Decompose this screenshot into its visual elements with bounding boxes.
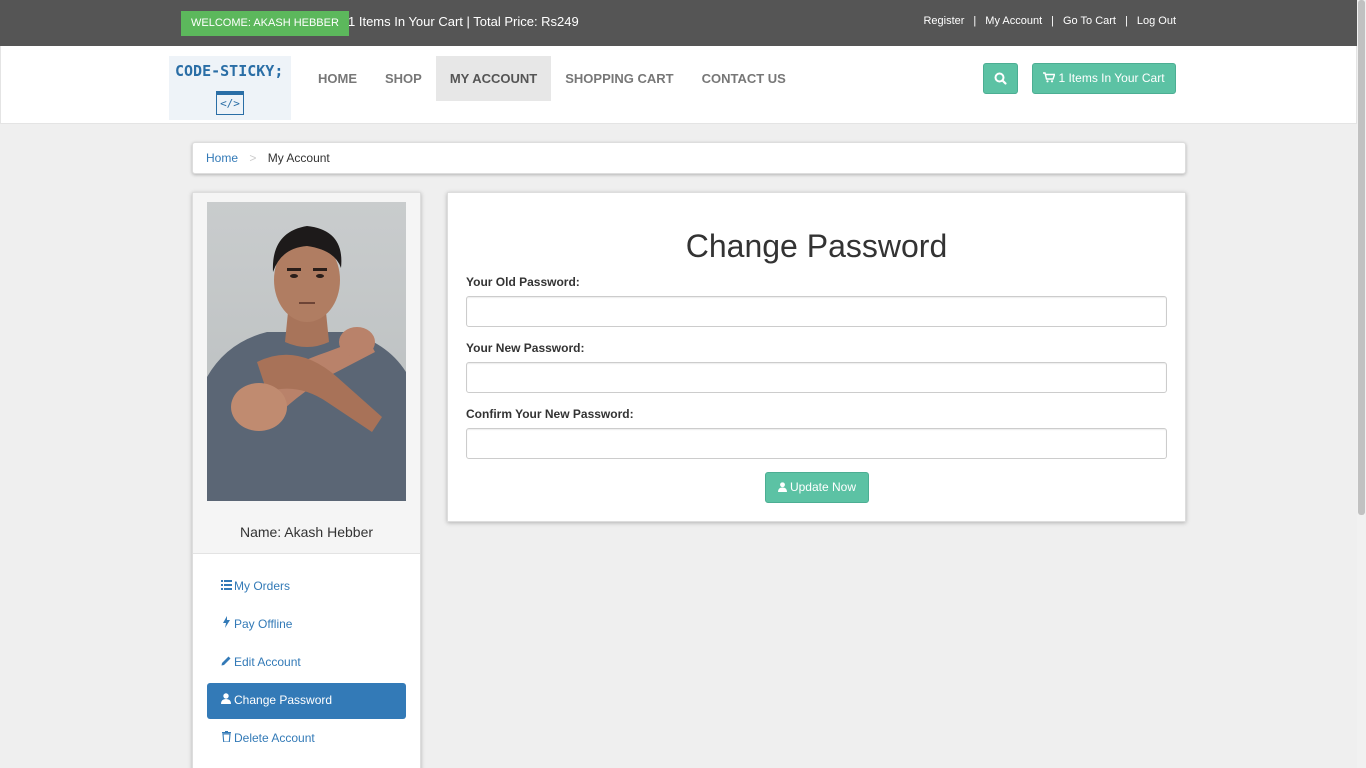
user-icon (777, 482, 787, 492)
change-password-panel: Change Password Your Old Password: Your … (447, 192, 1186, 522)
menu-edit-account[interactable]: Edit Account (207, 645, 406, 681)
menu-label: Delete Account (234, 731, 315, 745)
code-icon: </> (216, 91, 244, 115)
shopping-cart-icon (1043, 72, 1056, 83)
profile-photo (207, 202, 406, 501)
go-to-cart-link[interactable]: Go To Cart (1063, 15, 1116, 27)
confirm-password-label: Confirm Your New Password: (466, 407, 634, 421)
scrollbar-thumb[interactable] (1358, 0, 1365, 515)
link-separator: | (973, 15, 977, 27)
menu-label: Pay Offline (234, 617, 293, 631)
menu-change-password[interactable]: Change Password (207, 683, 406, 719)
old-password-field[interactable] (466, 296, 1167, 327)
menu-delete-account[interactable]: Delete Account (207, 721, 406, 757)
menu-label: Edit Account (234, 655, 301, 669)
my-account-link[interactable]: My Account (985, 15, 1042, 27)
breadcrumb-separator: > (249, 151, 257, 165)
top-links: Register | My Account | Go To Cart | Log… (923, 15, 1176, 27)
new-password-field[interactable] (466, 362, 1167, 393)
search-icon (994, 72, 1007, 85)
cart-button-label: 1 Items In Your Cart (1058, 71, 1165, 85)
confirm-password-field[interactable] (466, 428, 1167, 459)
log-out-link[interactable]: Log Out (1137, 15, 1176, 27)
breadcrumb-home[interactable]: Home (206, 151, 238, 165)
account-menu: My Orders Pay Offline Edit Account Chang… (207, 569, 406, 759)
old-password-label: Your Old Password: (466, 275, 580, 289)
nav-shopping-cart[interactable]: SHOPPING CART (551, 56, 687, 101)
register-link[interactable]: Register (923, 15, 964, 27)
welcome-badge: WELCOME: AKASH HEBBER (181, 11, 349, 36)
search-button[interactable] (983, 63, 1018, 94)
trash-icon (220, 722, 232, 756)
nav-my-account[interactable]: MY ACCOUNT (435, 56, 552, 101)
page-title: Change Password (685, 228, 948, 264)
cart-button[interactable]: 1 Items In Your Cart (1032, 63, 1176, 94)
nav-menu: HOME SHOP MY ACCOUNT SHOPPING CART CONTA… (304, 56, 800, 101)
account-sidebar: Name: Akash Hebber My Orders Pay Offline… (192, 192, 421, 768)
new-password-label: Your New Password: (466, 341, 585, 355)
page-scrollbar[interactable] (1357, 0, 1366, 768)
update-now-button[interactable]: Update Now (765, 472, 869, 503)
menu-pay-offline[interactable]: Pay Offline (207, 607, 406, 643)
menu-label: Change Password (234, 693, 333, 707)
profile-card: Name: Akash Hebber (193, 193, 420, 554)
bolt-icon (220, 608, 232, 642)
main-navbar: CODE-STICKY; </> HOME SHOP MY ACCOUNT SH… (0, 46, 1357, 124)
menu-label: My Orders (234, 579, 291, 593)
nav-shop[interactable]: SHOP (371, 56, 436, 101)
nav-home[interactable]: HOME (304, 56, 371, 101)
top-bar: WELCOME: AKASH HEBBER 1 Items In Your Ca… (0, 0, 1357, 46)
user-icon (220, 684, 232, 718)
link-separator: | (1051, 15, 1054, 27)
menu-my-orders[interactable]: My Orders (207, 569, 406, 605)
pencil-icon (220, 646, 232, 680)
breadcrumb-current: My Account (267, 151, 330, 165)
cart-summary: 1 Items In Your Cart | Total Price: Rs24… (348, 14, 579, 29)
nav-contact-us[interactable]: CONTACT US (688, 56, 800, 101)
profile-name: Name: Akash Hebber (239, 524, 374, 540)
list-icon (220, 570, 232, 604)
link-separator: | (1125, 15, 1128, 27)
update-now-label: Update Now (789, 480, 857, 494)
logo-text: CODE-STICKY; (175, 62, 284, 80)
breadcrumb: Home > My Account (192, 142, 1186, 174)
site-logo[interactable]: CODE-STICKY; </> (169, 56, 291, 120)
